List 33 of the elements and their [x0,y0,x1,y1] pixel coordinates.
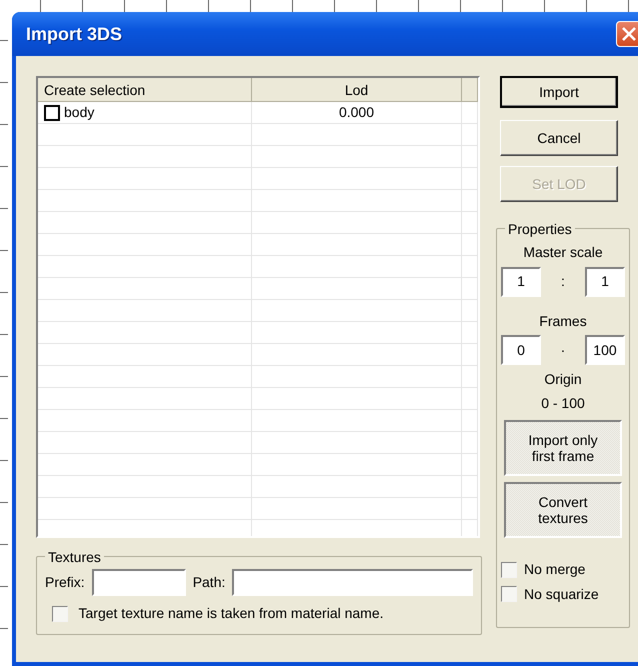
dialog-button[interactable]: Import [500,76,618,108]
path-field[interactable] [232,569,473,596]
number-field[interactable]: 1 [501,266,541,296]
table-cell-text: body [64,103,94,122]
checkbox[interactable] [52,606,68,622]
checkbox-label: Target texture name is taken from material name. [78,604,384,623]
column-header [462,78,478,102]
number-field[interactable]: 1 [584,266,625,296]
field-label: Prefix: [45,573,85,592]
checkbox[interactable] [501,586,517,602]
field-label: Origin [543,370,583,389]
number-field[interactable]: 100 [584,335,625,365]
table-cell-text: 0.000 [338,103,374,122]
dialog-button[interactable]: Cancel [500,120,618,156]
checkbox-label: No merge [524,560,586,579]
toggle-button[interactable]: Convert textures [504,482,622,538]
toggle-button[interactable]: Import only first frame [504,420,622,476]
separator-text: : [561,272,565,291]
prefix-field[interactable] [92,569,186,596]
separator-text: · [560,340,566,360]
field-label: Frames [538,312,588,330]
field-label: Master scale [522,243,604,262]
checkbox[interactable] [44,104,60,120]
origin-value: 0 - 100 [540,394,586,413]
column-header[interactable]: Lod [252,78,462,102]
field-label: Path: [192,573,226,592]
number-field[interactable]: 0 [501,335,541,365]
checkbox-label: No squarize [524,584,599,604]
checkbox[interactable] [501,562,517,578]
window-title: Import 3DS [26,22,122,46]
column-header[interactable]: Create selection [38,78,252,102]
close-icon [621,26,637,42]
close-button[interactable] [616,21,638,47]
